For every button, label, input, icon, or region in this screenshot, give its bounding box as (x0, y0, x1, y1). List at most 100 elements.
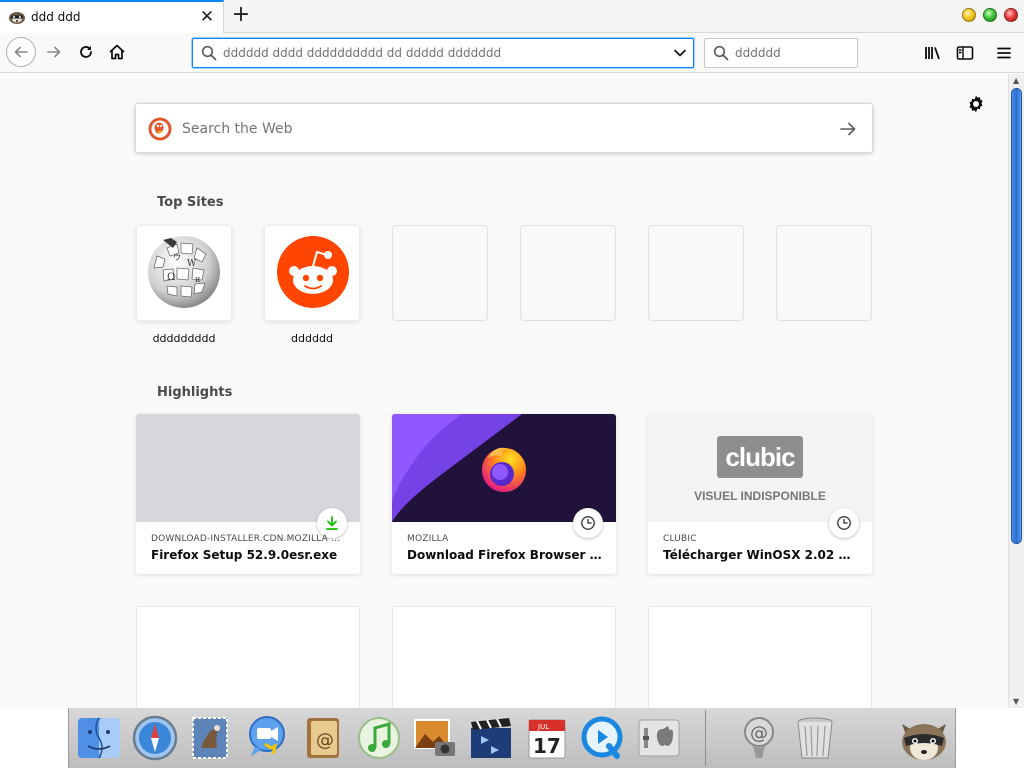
highlight-title: Télécharger WinOSX 2.02 gratui... (663, 548, 859, 562)
svg-text:и: и (195, 275, 200, 284)
dock-system-preferences[interactable] (633, 712, 685, 764)
clock-icon (581, 516, 595, 530)
highlight-card[interactable]: DOWNLOAD-INSTALLER.CDN.MOZILLA ... Firef… (136, 414, 360, 574)
arrow-right-icon[interactable] (838, 119, 858, 139)
image-unavailable-text: VISUEL INDISPONIBLE (694, 489, 826, 503)
imovie-icon (471, 718, 511, 758)
highlight-image (392, 414, 616, 522)
menu-button[interactable] (993, 42, 1015, 64)
dock-mail-stamp[interactable]: @ (733, 712, 785, 764)
top-site-label[interactable]: ddddddddd (136, 332, 232, 345)
system-preferences-icon (638, 719, 680, 757)
top-site-tile[interactable] (264, 225, 360, 321)
scrollbar-thumb[interactable] (1011, 88, 1022, 544)
quicktime-icon (581, 716, 623, 759)
search-bar[interactable] (704, 38, 858, 68)
menu-icon (997, 47, 1011, 59)
svg-text:W: W (187, 259, 197, 269)
search-icon (201, 45, 217, 61)
url-bar[interactable] (192, 38, 694, 68)
dock-address-book[interactable]: @ (297, 712, 349, 764)
highlight-source: DOWNLOAD-INSTALLER.CDN.MOZILLA ... (151, 534, 341, 544)
top-sites-title: Top Sites (157, 195, 224, 210)
forward-button[interactable] (40, 38, 68, 66)
sidebar-icon (956, 46, 974, 60)
clock-icon (837, 516, 851, 530)
dock-ical[interactable]: JUL 17 (521, 712, 573, 764)
dock-mail[interactable] (185, 712, 237, 764)
reddit-icon (277, 236, 349, 308)
forward-icon (47, 46, 61, 58)
mail-icon (192, 717, 228, 759)
search-input[interactable] (735, 43, 853, 63)
tab-title: ddd ddd (31, 10, 81, 24)
top-site-tile[interactable]: Ω W и ウ (136, 225, 232, 321)
safari-icon (132, 715, 178, 761)
calendar-day: 17 (533, 734, 561, 758)
back-icon (14, 46, 28, 58)
chevron-down-icon[interactable] (673, 46, 687, 60)
vertical-scrollbar[interactable]: ▲ ▼ (1008, 74, 1024, 708)
new-tab-page: Top Sites Ω W и ウ ddddddddd dddd (0, 74, 1008, 708)
empty-highlight-slot (392, 606, 616, 708)
scroll-down-icon[interactable]: ▼ (1013, 697, 1019, 706)
dock-iphoto[interactable] (409, 712, 461, 764)
library-button[interactable] (922, 42, 944, 64)
svg-text:@: @ (750, 723, 768, 744)
gear-icon (969, 95, 983, 113)
dock-safari[interactable] (129, 712, 181, 764)
dock: @ JUL 17 @ (68, 708, 956, 768)
mail-stamp-icon: @ (744, 717, 774, 758)
highlight-card[interactable]: MOZILLA Download Firefox Browser — Fa... (392, 414, 616, 574)
empty-top-site-slot[interactable] (776, 225, 872, 321)
dock-trash[interactable] (789, 712, 841, 764)
dock-imovie[interactable] (465, 712, 517, 764)
finder-icon (78, 717, 120, 759)
reload-button[interactable] (72, 38, 100, 66)
dock-quicktime[interactable] (577, 712, 629, 764)
highlight-image (136, 414, 360, 522)
trash-icon (797, 717, 833, 759)
empty-highlight-slot (648, 606, 872, 708)
top-site-label[interactable]: dddddd (264, 332, 360, 345)
empty-top-site-slot[interactable] (648, 225, 744, 321)
download-icon (326, 516, 338, 530)
dock-itunes[interactable] (353, 712, 405, 764)
iphoto-icon (414, 719, 455, 756)
empty-top-site-slot[interactable] (520, 225, 616, 321)
sidebar-button[interactable] (954, 42, 976, 64)
web-search-input[interactable] (182, 119, 822, 139)
nav-toolbar (0, 33, 1024, 73)
highlight-title: Firefox Setup 52.9.0esr.exe (151, 548, 338, 562)
svg-text:Ω: Ω (167, 272, 175, 283)
library-icon (925, 47, 940, 60)
reload-icon (80, 46, 92, 58)
highlight-image: clubic VISUEL INDISPONIBLE (648, 414, 872, 522)
back-button[interactable] (6, 37, 36, 67)
tab-active[interactable]: ddd ddd ✕ (0, 0, 224, 33)
web-search-box[interactable] (135, 103, 873, 153)
duckduckgo-icon (148, 117, 172, 141)
clubic-logo: clubic (717, 436, 803, 478)
minimize-window-button[interactable] (962, 8, 976, 22)
highlight-title: Download Firefox Browser — Fa... (407, 548, 603, 562)
svg-text:ウ: ウ (173, 253, 181, 262)
zoom-window-button[interactable] (983, 8, 997, 22)
dock-ichat[interactable] (241, 712, 293, 764)
ical-icon: JUL 17 (528, 719, 566, 759)
ichat-icon (249, 716, 285, 756)
settings-button[interactable] (966, 94, 986, 117)
wikipedia-icon: Ω W и ウ (148, 236, 220, 308)
new-tab-icon[interactable]: + (230, 4, 252, 27)
highlight-source: MOZILLA (407, 534, 449, 544)
raccoon-mascot-icon[interactable] (896, 714, 952, 766)
dock-finder[interactable] (73, 712, 125, 764)
empty-top-site-slot[interactable] (392, 225, 488, 321)
close-tab-icon[interactable]: ✕ (198, 8, 216, 26)
close-window-button[interactable] (1004, 8, 1018, 22)
highlight-card[interactable]: clubic VISUEL INDISPONIBLE CLUBIC Téléch… (648, 414, 872, 574)
url-input[interactable] (223, 43, 663, 63)
calendar-month: JUL (537, 723, 549, 731)
scroll-up-icon[interactable]: ▲ (1013, 76, 1019, 85)
home-button[interactable] (103, 38, 131, 66)
